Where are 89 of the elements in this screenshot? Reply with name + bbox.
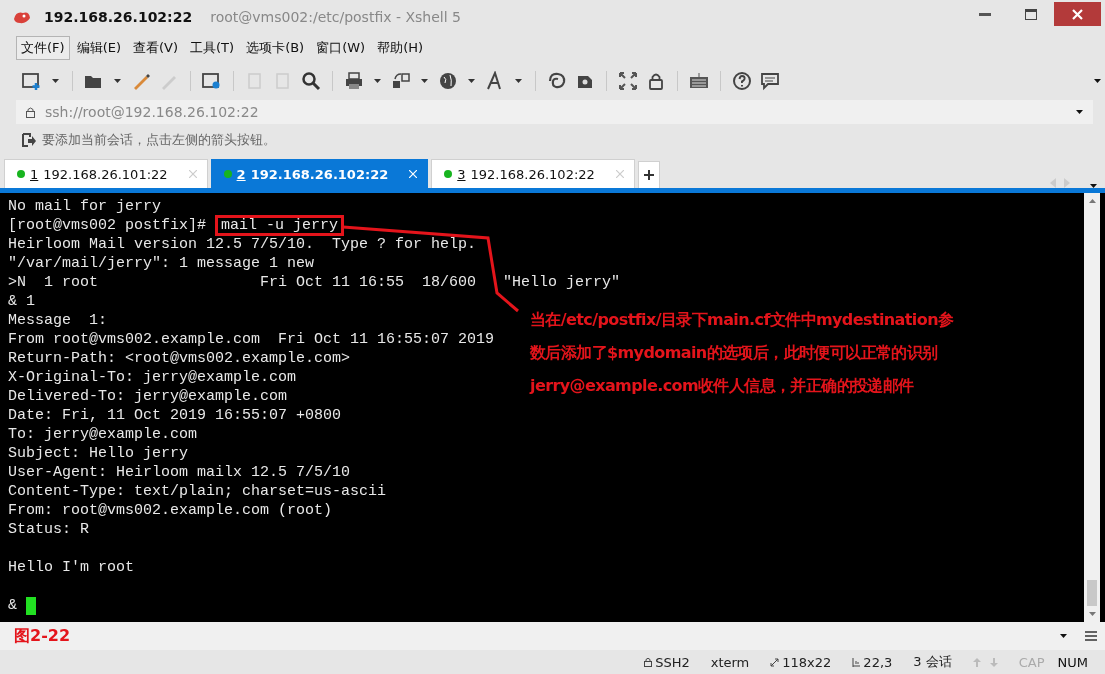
terminal-line: & [8, 596, 17, 615]
terminal-line: User-Agent: Heirloom mailx 12.5 7/5/10 [8, 463, 351, 482]
session-tab[interactable]: 3 192.168.26.102:22 [431, 159, 635, 188]
terminal-prompt: [root@vms002 postfix]# [8, 216, 207, 235]
lock-icon [644, 657, 653, 667]
caret-icon[interactable] [1090, 184, 1097, 188]
menu-icon[interactable] [1085, 631, 1097, 641]
menu-item[interactable]: 编辑(E) [71, 36, 126, 60]
session-tab[interactable]: 1 192.168.26.101:22 [4, 159, 208, 188]
cursor-position-text: 22,3 [863, 654, 893, 670]
status-dot-icon [17, 170, 25, 178]
terminal-line: Subject: Hello jerry [8, 444, 189, 463]
status-dot-icon [444, 170, 453, 178]
caret-icon[interactable] [421, 79, 428, 83]
minimize-icon [979, 12, 991, 16]
new-tab-button[interactable] [637, 161, 660, 188]
caret-icon[interactable] [1076, 110, 1083, 114]
session-tab[interactable]: 2 192.168.26.102:22 [210, 159, 429, 188]
terminal-line: From: root@vms002.example.com (root) [8, 501, 333, 520]
figure-label: 图2-22 [14, 625, 71, 647]
terminal-line: >N 1 root Fri Oct 11 16:55 18/600 "Hello jerry" [8, 273, 621, 292]
menu-item[interactable]: 窗口(W) [311, 36, 371, 60]
terminal-line: Date: Fri, 11 Oct 2019 16:55:07 +0800 [8, 406, 342, 425]
lock-icon [26, 106, 35, 118]
terminal-line: Return-Path: <root@vms002.example.com> [8, 349, 351, 368]
num-lock-indicator: NUM [1057, 654, 1088, 670]
terminal-line: No mail for jerry [8, 197, 162, 216]
fullscreen-icon[interactable] [618, 71, 638, 91]
close-icon [1072, 8, 1083, 20]
search-icon[interactable] [301, 71, 321, 91]
lock-icon[interactable] [646, 71, 666, 91]
resize-icon [770, 657, 780, 667]
terminal-line: Hello I'm root [8, 558, 135, 577]
terminal-line: Delivered-To: jerry@example.com [8, 387, 288, 406]
caret-icon[interactable] [1060, 634, 1067, 638]
caret-icon[interactable] [468, 79, 475, 83]
help-icon[interactable] [732, 71, 752, 91]
new-session-icon[interactable] [22, 71, 42, 91]
terminal-line: From root@vms002.example.com Fri Oct 11 16:55:07 2019 [8, 330, 495, 349]
keyboard-icon[interactable] [689, 71, 709, 91]
maximize-icon [1025, 8, 1037, 20]
menu-item[interactable]: 选项卡(B) [241, 36, 310, 60]
transfer-icon[interactable] [391, 71, 411, 91]
tab-number: 3 [457, 166, 466, 182]
terminal-size-text: 118x22 [782, 654, 832, 670]
menu-item[interactable]: 文件(F) [16, 36, 70, 60]
caret-icon[interactable] [52, 79, 59, 83]
window-title: root@vms002:/etc/postfix - Xshell 5 [210, 9, 461, 25]
caret-icon[interactable] [1094, 79, 1101, 83]
caps-lock-indicator: CAP [1018, 654, 1045, 670]
printer-icon[interactable] [344, 71, 364, 91]
tab-number: 1 [30, 166, 39, 182]
tab-label: 192.168.26.101:22 [43, 166, 168, 182]
menu-item[interactable]: 工具(T) [185, 36, 240, 60]
terminal-line: Message 1: [8, 311, 108, 330]
tab-number: 2 [236, 166, 246, 182]
cursor-position-icon [852, 657, 861, 667]
tab-label: 192.168.26.102:22 [470, 166, 595, 182]
arrow-icon[interactable] [22, 133, 36, 147]
cursor [26, 596, 36, 615]
caret-icon[interactable] [374, 79, 381, 83]
globe-icon[interactable] [438, 71, 458, 91]
caret-icon[interactable] [114, 79, 121, 83]
terminal-line: To: jerry@example.com [8, 425, 198, 444]
terminal-line: & 1 [8, 292, 35, 311]
session-hint-text: 要添加当前会话，点击左侧的箭头按钮。 [42, 131, 276, 149]
chat-icon[interactable] [760, 71, 780, 91]
status-dot-icon [223, 170, 232, 178]
terminal-line: "/var/mail/jerry": 1 message 1 new [8, 254, 315, 273]
menu-item[interactable]: 查看(V) [128, 36, 184, 60]
session-count-text: 3 会话 [913, 653, 952, 671]
tab-label: 192.168.26.102:22 [250, 166, 389, 182]
scroll-down-icon[interactable] [1088, 612, 1096, 616]
highlighted-command: mail -u jerry [215, 215, 345, 236]
terminal-line: Heirloom Mail version 12.5 7/5/10. Type ? for help. [8, 235, 477, 254]
terminal-line: Status: R [8, 520, 89, 539]
scrollbar[interactable] [1084, 193, 1100, 622]
close-button[interactable] [1054, 2, 1101, 26]
protocol-text: SSH2 [655, 654, 690, 670]
plus-icon [643, 170, 654, 180]
terminal-line: Content-Type: text/plain; charset=us-ascii [8, 482, 387, 501]
caret-icon[interactable] [515, 79, 522, 83]
terminal-line: X-Original-To: jerry@example.com [8, 368, 297, 387]
annotation-text: 当在/etc/postfix/目录下main.cf文件中mydestination参 数后添加了$mydomain的选项后，此时便可以正常的识别 jerry@example.com收件人信息，并正确的投递邮件 [530, 309, 954, 397]
window-host-title: 192.168.26.102:22 [44, 9, 193, 25]
scroll-up-icon[interactable] [1088, 199, 1096, 203]
terminal-type-text: xterm [710, 654, 750, 670]
scroll-thumb[interactable] [1087, 580, 1097, 606]
menu-item[interactable]: 帮助(H) [372, 36, 429, 60]
